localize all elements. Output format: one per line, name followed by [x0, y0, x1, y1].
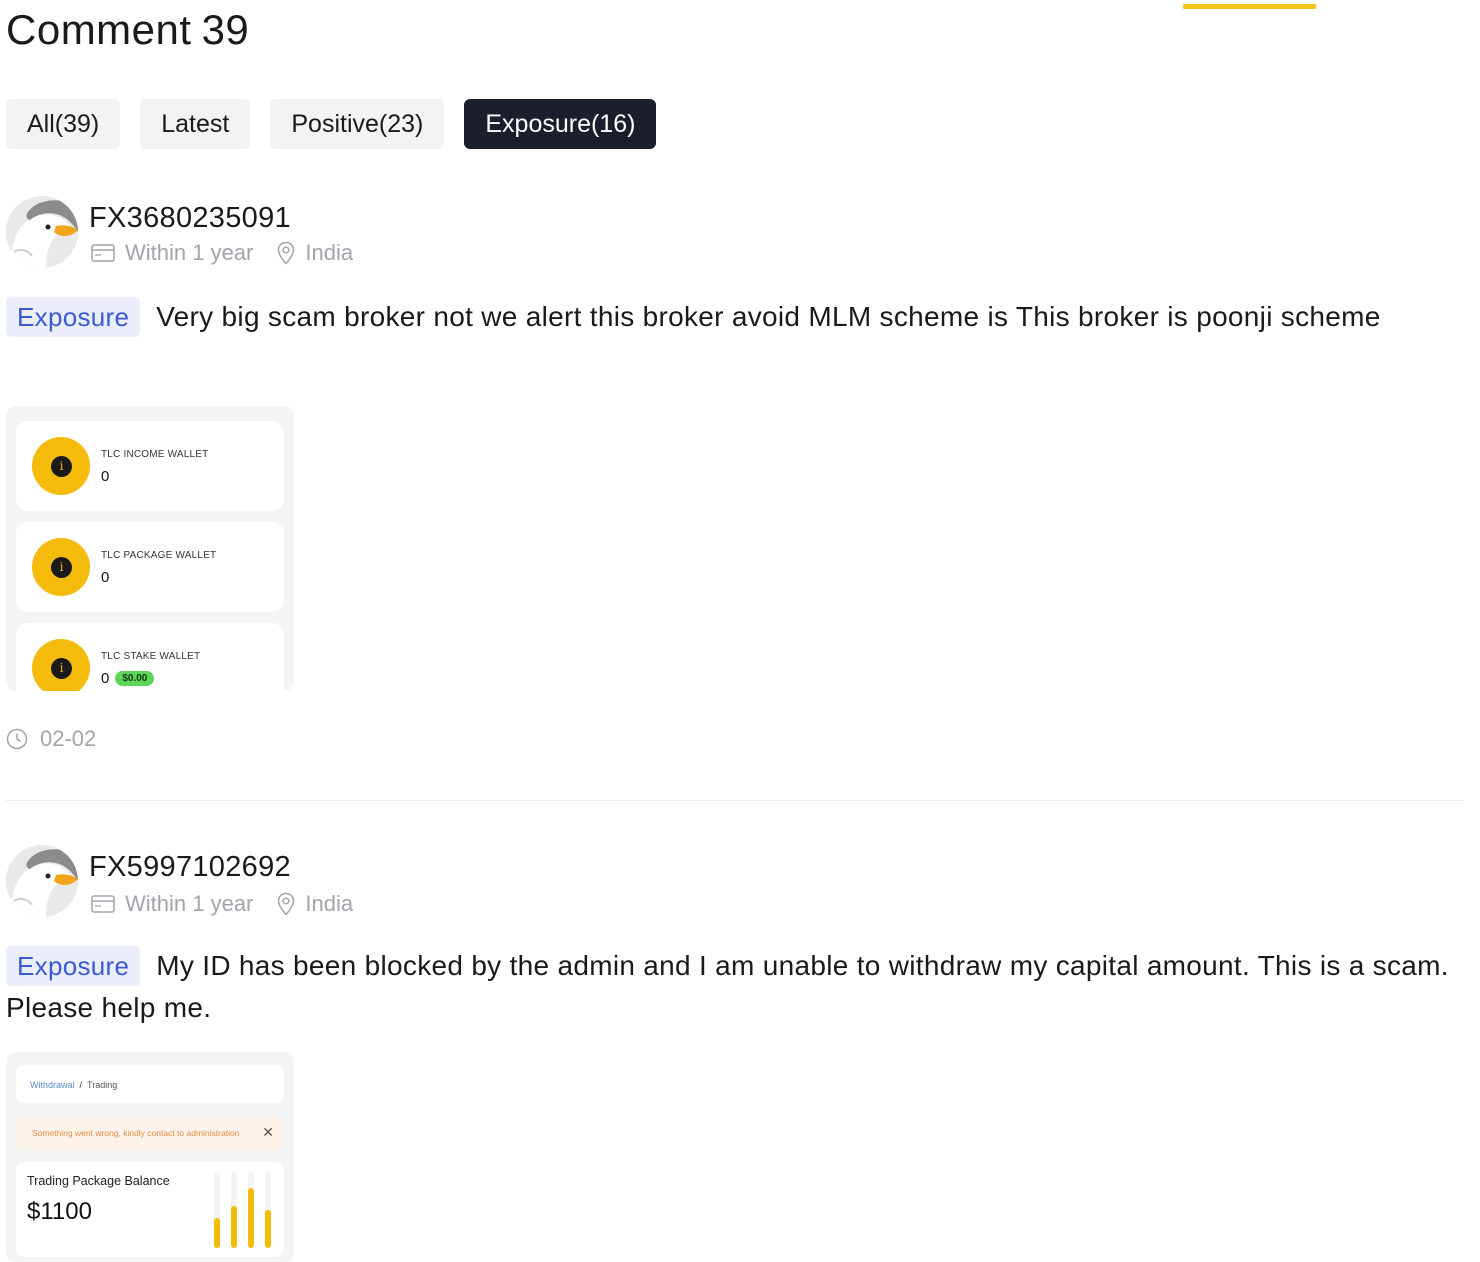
- location-text: India: [305, 891, 354, 916]
- comment-body: Exposure My ID has been blocked by the ad…: [6, 945, 1466, 1029]
- title-count: 39: [201, 6, 250, 53]
- clock-icon: [6, 728, 28, 750]
- duration-meta: Within 1 year: [91, 891, 253, 917]
- comment-image[interactable]: Withdrawal / Trading Something went wrong,…: [6, 1052, 294, 1262]
- usd-badge: $0.00: [115, 671, 155, 686]
- exposure-tag: Exposure: [6, 946, 141, 986]
- comment-meta: Within 1 year India: [91, 240, 377, 266]
- wallet-card: i TLC INCOME WALLET 0: [16, 421, 284, 511]
- wallet-name: TLC INCOME WALLET: [101, 449, 209, 460]
- location-pin-icon: [278, 892, 295, 916]
- close-icon: ✕: [262, 1124, 274, 1140]
- tab-all[interactable]: All(39): [6, 99, 121, 149]
- comment-date: 02-02: [6, 726, 96, 752]
- balance-card: Trading Package Balance $1100: [16, 1162, 284, 1257]
- breadcrumb-separator: /: [79, 1080, 83, 1090]
- location-text: India: [305, 240, 354, 265]
- date-text: 02-02: [40, 726, 97, 751]
- location-meta: India: [277, 240, 353, 266]
- balance-value: $1100: [27, 1198, 92, 1225]
- avatar[interactable]: [6, 196, 78, 268]
- title-word: Comment: [6, 6, 192, 53]
- top-accent-bar: [1183, 4, 1316, 9]
- bar-chart-icon: [214, 1172, 271, 1248]
- coin-icon: i: [32, 639, 90, 691]
- comment-body: Exposure Very big scam broker not we aler…: [6, 296, 1466, 338]
- duration-text: Within 1 year: [125, 891, 254, 916]
- card-icon: [91, 895, 115, 913]
- error-text: Something went wrong, kindly contact to …: [32, 1128, 240, 1138]
- wallet-value-row: 0 $0.00: [101, 670, 155, 687]
- comment-meta: Within 1 year India: [91, 891, 377, 917]
- avatar[interactable]: [6, 845, 78, 917]
- wallet-value: 0: [101, 569, 110, 586]
- error-banner: Something went wrong, kindly contact to …: [16, 1116, 284, 1150]
- balance-label: Trading Package Balance: [27, 1174, 170, 1188]
- coin-icon: i: [32, 437, 90, 495]
- comment-text: My ID has been blocked by the admin and …: [6, 950, 1449, 1023]
- comment-image[interactable]: i TLC INCOME WALLET 0 i TLC PACKAGE WALL…: [6, 406, 294, 691]
- wallet-name: TLC STAKE WALLET: [101, 651, 201, 662]
- location-pin-icon: [278, 241, 295, 265]
- duration-meta: Within 1 year: [91, 240, 253, 266]
- exposure-tag: Exposure: [6, 297, 141, 337]
- tab-exposure[interactable]: Exposure(16): [464, 99, 657, 149]
- wallet-name: TLC PACKAGE WALLET: [101, 550, 217, 561]
- breadcrumb-current: Trading: [87, 1080, 118, 1090]
- breadcrumb: Withdrawal / Trading: [16, 1065, 284, 1103]
- username[interactable]: FX5997102692: [89, 851, 291, 884]
- eagle-avatar-icon: [6, 196, 78, 268]
- tab-latest[interactable]: Latest: [140, 99, 251, 149]
- comment-divider: [6, 800, 1464, 801]
- location-meta: India: [277, 891, 353, 917]
- wallet-value: 0: [101, 468, 110, 485]
- username[interactable]: FX3680235091: [89, 202, 291, 235]
- breadcrumb-link: Withdrawal: [30, 1080, 75, 1090]
- eagle-avatar-icon: [6, 845, 78, 917]
- coin-icon: i: [32, 538, 90, 596]
- page-title: Comment 39: [6, 6, 259, 54]
- tab-positive[interactable]: Positive(23): [270, 99, 445, 149]
- wallet-card: i TLC PACKAGE WALLET 0: [16, 522, 284, 612]
- wallet-card: i TLC STAKE WALLET 0 $0.00: [16, 623, 284, 691]
- comment-filter-tabs: All(39) Latest Positive(23) Exposure(16): [6, 99, 657, 149]
- card-icon: [91, 244, 115, 262]
- wallet-value: 0: [101, 670, 110, 687]
- duration-text: Within 1 year: [125, 240, 254, 265]
- comment-text: Very big scam broker not we alert this b…: [156, 301, 1381, 332]
